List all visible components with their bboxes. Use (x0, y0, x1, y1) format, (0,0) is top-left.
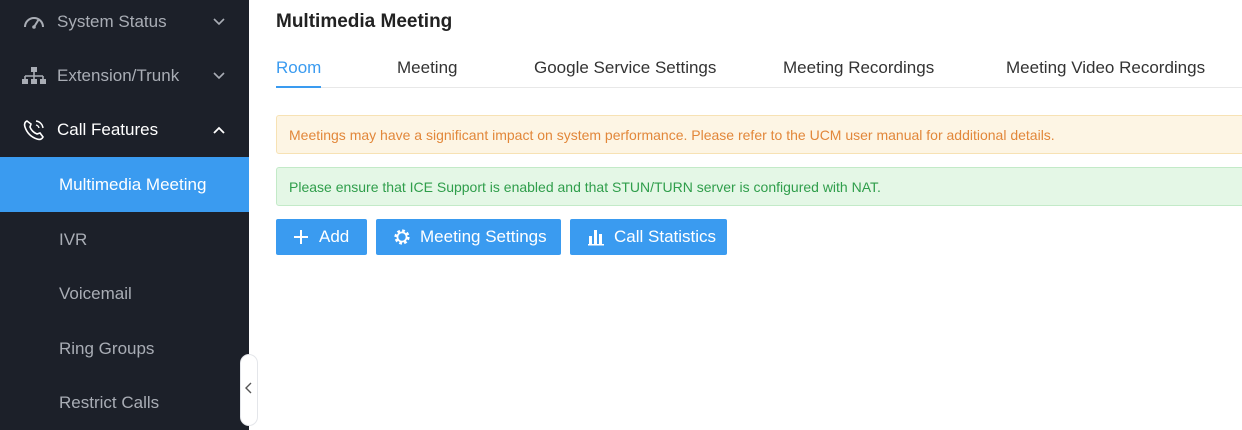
meeting-settings-button[interactable]: Meeting Settings (376, 219, 561, 255)
sidebar-item-label: Multimedia Meeting (59, 174, 207, 194)
network-icon (21, 65, 47, 87)
chevron-down-icon (211, 14, 227, 30)
chevron-up-icon (211, 122, 227, 138)
sidebar-group-extension-trunk[interactable]: Extension/Trunk (0, 49, 249, 103)
sidebar-group-call-features[interactable]: Call Features (0, 103, 249, 157)
bar-chart-icon (586, 227, 606, 247)
sidebar-item-label: Voicemail (59, 283, 132, 303)
sidebar-item-ivr[interactable]: IVR (0, 212, 249, 267)
sidebar-item-ring-groups[interactable]: Ring Groups (0, 321, 249, 376)
sidebar-collapse-handle[interactable] (240, 354, 258, 426)
phone-icon (21, 119, 47, 141)
sidebar: System Status Extension/Trunk Call Featu… (0, 0, 249, 430)
tab-meeting-video-recordings[interactable]: Meeting Video Recordings (1006, 58, 1205, 88)
sidebar-item-label: Restrict Calls (59, 392, 160, 412)
sidebar-group-label: Extension/Trunk (57, 66, 180, 85)
sidebar-item-multimedia-meeting[interactable]: Multimedia Meeting (0, 157, 249, 212)
warning-alert-text: Meetings may have a significant impact o… (289, 126, 1055, 143)
chevron-down-icon (211, 68, 227, 84)
call-statistics-button-label: Call Statistics (614, 227, 717, 246)
meeting-settings-button-label: Meeting Settings (420, 227, 547, 246)
sidebar-item-restrict-calls[interactable]: Restrict Calls (0, 375, 249, 430)
tab-meeting[interactable]: Meeting (397, 58, 457, 88)
chevron-left-icon (244, 381, 254, 400)
page-title: Multimedia Meeting (276, 11, 453, 32)
sidebar-group-label: Call Features (57, 120, 159, 139)
performance-warning-alert: Meetings may have a significant impact o… (276, 115, 1242, 154)
sidebar-item-label: IVR (59, 229, 88, 249)
sidebar-group-label: System Status (57, 12, 167, 31)
sidebar-item-voicemail[interactable]: Voicemail (0, 266, 249, 321)
speedometer-icon (21, 11, 47, 33)
add-button[interactable]: Add (276, 219, 367, 255)
ice-support-info-alert: Please ensure that ICE Support is enable… (276, 167, 1242, 206)
tab-bar: Room Meeting Google Service Settings Mee… (276, 48, 1242, 88)
sidebar-group-system-status[interactable]: System Status (0, 0, 249, 49)
tab-room[interactable]: Room (276, 58, 322, 88)
tab-meeting-recordings[interactable]: Meeting Recordings (783, 58, 934, 88)
tab-google-service-settings[interactable]: Google Service Settings (534, 58, 716, 88)
gear-icon (392, 227, 412, 247)
plus-icon (291, 227, 311, 247)
call-statistics-button[interactable]: Call Statistics (570, 219, 727, 255)
info-alert-text: Please ensure that ICE Support is enable… (289, 178, 881, 195)
add-button-label: Add (319, 227, 350, 246)
sidebar-item-label: Ring Groups (59, 338, 155, 358)
